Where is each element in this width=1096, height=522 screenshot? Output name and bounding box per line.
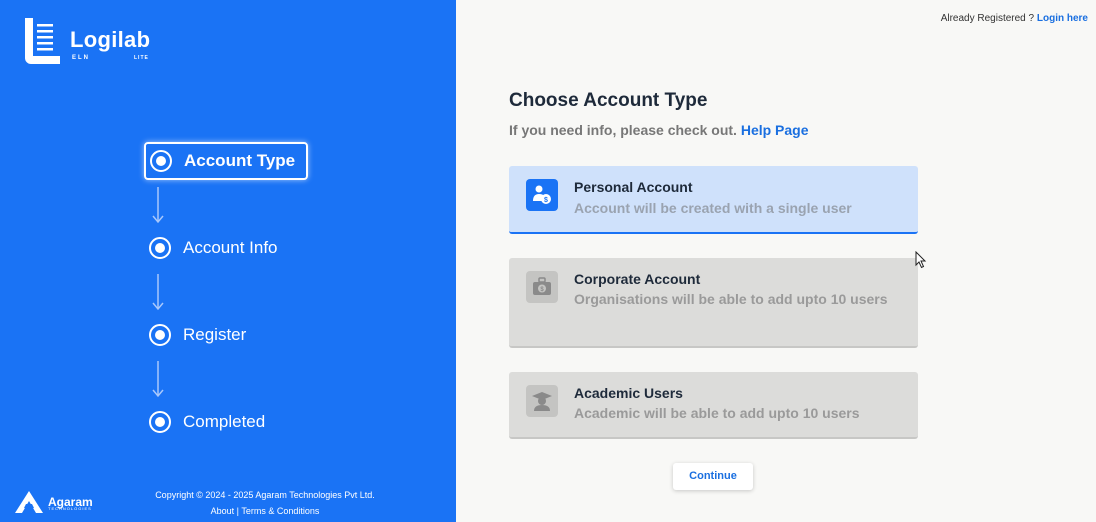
step-label: Register (183, 325, 247, 344)
copyright-text: Copyright © 2024 - 2025 Agaram Technolog… (155, 490, 375, 500)
radio-icon (150, 150, 172, 172)
step-register: Register (144, 316, 308, 354)
card-description: Academic will be able to add upto 10 use… (574, 405, 860, 421)
mouse-cursor-icon (915, 250, 927, 274)
personal-account-card[interactable]: $ Personal Account Account will be creat… (509, 166, 918, 234)
step-account-info: Account Info (144, 229, 308, 267)
logo-name: Logilab (70, 27, 151, 52)
logo-lite: LITE (134, 55, 149, 61)
about-link[interactable]: About (211, 506, 235, 516)
step-label: Account Type (184, 151, 296, 170)
step-label: Completed (183, 412, 266, 431)
card-title: Corporate Account (574, 271, 701, 287)
arrow-down-icon (144, 354, 308, 403)
briefcase-money-icon: $ (526, 271, 558, 303)
corporate-account-card[interactable]: $ Corporate Account Organisations will b… (509, 258, 918, 348)
arrow-down-icon (144, 180, 308, 229)
agaram-sub: TECHNOLOGIES (48, 506, 92, 511)
card-title: Academic Users (574, 385, 683, 401)
logilab-logo-icon (22, 16, 64, 66)
card-description: Account will be created with a single us… (574, 200, 852, 216)
footer-links: About | Terms & Conditions (110, 506, 420, 516)
page-title: Choose Account Type (509, 90, 708, 111)
personal-account-icon: $ (526, 179, 558, 211)
logilab-logo: Logilab ELN LITE (22, 16, 150, 66)
footer-separator: | (236, 506, 239, 516)
academic-users-card[interactable]: Academic Users Academic will be able to … (509, 372, 918, 439)
agaram-logo-icon (15, 491, 43, 513)
left-panel: Logilab ELN LITE Account Type Account In… (0, 0, 456, 522)
continue-button[interactable]: Continue (673, 463, 753, 490)
login-link[interactable]: Login here (1037, 13, 1088, 24)
radio-icon (149, 324, 171, 346)
card-title: Personal Account (574, 179, 693, 195)
logo-eln: ELN (72, 55, 90, 61)
radio-icon (149, 237, 171, 259)
signup-steps: Account Type Account Info Register Compl… (144, 142, 308, 441)
already-registered: Already Registered ? Login here (941, 13, 1088, 24)
page-subtitle: If you need info, please check out. Help… (509, 122, 809, 138)
step-completed: Completed (144, 403, 308, 441)
graduate-icon (526, 385, 558, 417)
svg-text:$: $ (544, 197, 548, 204)
subtitle-text: If you need info, please check out. (509, 122, 737, 138)
step-account-type: Account Type (144, 142, 308, 180)
card-description: Organisations will be able to add upto 1… (574, 291, 888, 307)
arrow-down-icon (144, 267, 308, 316)
step-label: Account Info (183, 238, 278, 257)
terms-link[interactable]: Terms & Conditions (241, 506, 319, 516)
agaram-logo: Agaram TECHNOLOGIES (14, 490, 93, 514)
help-page-link[interactable]: Help Page (741, 122, 809, 138)
already-registered-text: Already Registered ? (940, 13, 1035, 24)
radio-icon (149, 411, 171, 433)
right-panel: Already Registered ? Login here Choose A… (456, 0, 1096, 522)
